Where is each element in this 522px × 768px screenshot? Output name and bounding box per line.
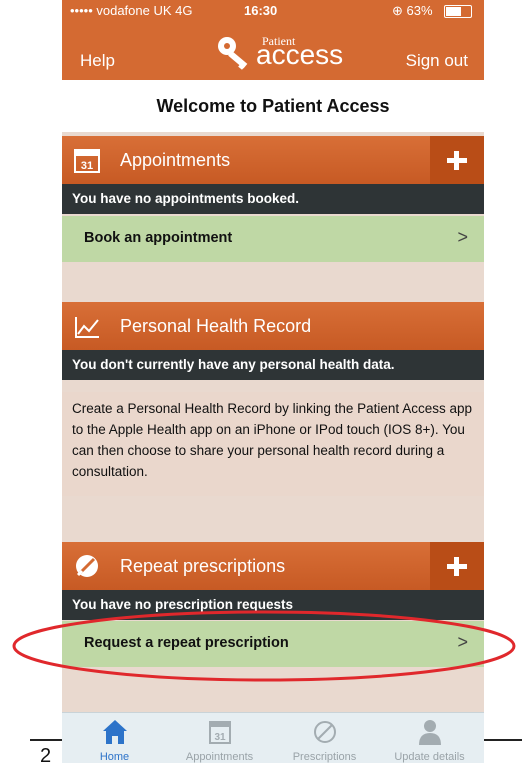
welcome-title: Welcome to Patient Access [62,80,484,132]
status-bar: ••••• vodafone UK 4G 16:30 ⊕ 63% [62,0,484,22]
phr-header: Personal Health Record [62,302,484,350]
chevron-right-icon: > [457,227,468,247]
bottom-tab-bar: Home 31 Appointments Prescriptions Updat… [62,712,484,763]
help-button[interactable]: Help [80,51,115,71]
phr-notice: You don't currently have any personal he… [62,350,484,380]
add-appointment-button[interactable] [430,136,484,184]
carrier-label: ••••• vodafone UK 4G [70,3,193,18]
calendar-icon: 31 [209,721,231,744]
chart-line-icon [75,317,99,338]
appointments-notice: You have no appointments booked. [62,184,484,214]
battery-icon [444,5,472,18]
logo-big-text: access [256,39,344,70]
tab-home[interactable]: Home [62,713,167,763]
page-rule-left [30,739,62,741]
pill-icon [314,721,336,743]
person-icon [419,720,441,745]
svg-text:31: 31 [81,160,93,172]
key-icon [218,37,248,70]
annotation-ellipse [12,610,516,682]
svg-text:31: 31 [214,732,226,743]
book-appointment-button[interactable]: Book an appointment > [62,216,484,262]
top-nav-bar: Help Patient access Sign out [62,22,484,80]
sign-out-button[interactable]: Sign out [406,51,468,71]
home-icon [103,720,127,744]
patient-access-logo: Patient access [216,34,343,74]
add-prescription-button[interactable] [430,542,484,590]
tab-update-details[interactable]: Update details [377,713,482,763]
battery-percent: ⊕ 63% [392,3,433,18]
appointments-header: 31 Appointments [62,136,484,184]
appointments-title: Appointments [120,150,231,170]
page-number: 2 [40,745,52,767]
tab-prescriptions[interactable]: Prescriptions [272,713,377,763]
clock: 16:30 [244,3,278,18]
calendar-icon: 31 [74,149,100,173]
tab-appointments[interactable]: 31 Appointments [167,713,272,763]
prescriptions-title: Repeat prescriptions [120,556,286,576]
phr-title: Personal Health Record [120,316,312,336]
pill-icon [76,555,98,577]
prescriptions-header: Repeat prescriptions [62,542,484,590]
phr-description: Create a Personal Health Record by linki… [62,392,484,496]
page-rule-right [484,739,522,741]
